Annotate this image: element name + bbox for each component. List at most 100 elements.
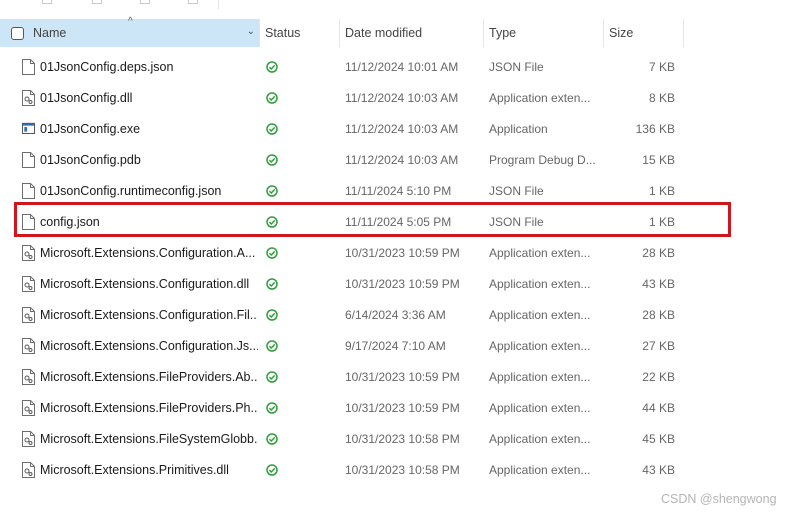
file-row[interactable]: Microsoft.Extensions.Configuration.Fil..… [0,299,803,330]
dll-file-icon [22,399,35,416]
file-type: Program Debug D... [489,152,596,167]
rename-icon[interactable] [140,0,150,4]
dll-file-icon [22,368,35,385]
check-circle-icon [266,153,278,166]
file-size: 43 KB [642,462,675,477]
date-modified: 10/31/2023 10:59 PM [345,369,460,384]
file-name-cell[interactable]: Microsoft.Extensions.FileProviders.Ab... [22,361,258,392]
file-row[interactable]: Microsoft.Extensions.FileProviders.Ph...… [0,392,803,423]
file-row[interactable]: Microsoft.Extensions.FileSystemGlobb... 1… [0,423,803,454]
file-size: 7 KB [648,59,675,74]
file-size: 8 KB [648,90,675,105]
check-circle-icon [266,308,278,321]
file-size: 27 KB [642,338,675,353]
file-row[interactable]: 01JsonConfig.deps.json 11/12/2024 10:01 A… [0,51,803,82]
date-modified: 9/17/2024 7:10 AM [345,338,446,353]
column-header-status[interactable]: Status [259,19,339,47]
file-name-cell[interactable]: Microsoft.Extensions.Configuration.dll [22,268,258,299]
file-name: Microsoft.Extensions.Configuration.Js... [40,338,258,353]
file-name-cell[interactable]: Microsoft.Extensions.Configuration.A... [22,237,258,268]
check-circle-icon [266,184,278,197]
file-size: 43 KB [642,276,675,291]
file-name: Microsoft.Extensions.Primitives.dll [40,462,229,477]
json-file-icon [22,58,35,75]
file-name-cell[interactable]: 01JsonConfig.deps.json [22,51,258,82]
file-type: Application exten... [489,90,591,105]
check-circle-icon [266,370,278,383]
file-row[interactable]: 01JsonConfig.dll 11/12/2024 10:03 AM Appli… [0,82,803,113]
column-header-size[interactable]: Size [603,19,683,47]
file-size: 136 KB [635,121,675,136]
share-icon[interactable] [188,0,198,4]
json-file-icon [22,182,35,199]
pdb-file-icon [22,151,35,168]
file-name-cell[interactable]: Microsoft.Extensions.Configuration.Js... [22,330,258,361]
check-circle-icon [266,91,278,104]
dll-file-icon [22,306,35,323]
date-modified: 6/14/2024 3:36 AM [345,307,446,322]
file-name: Microsoft.Extensions.Configuration.Fil..… [40,307,258,322]
chevron-down-icon[interactable]: ⌄ [247,26,255,37]
status-cell [262,454,282,485]
toolbar-remnant [0,0,803,9]
file-size: 15 KB [642,152,675,167]
file-row[interactable]: 01JsonConfig.pdb 11/12/2024 10:03 AM Progr… [0,144,803,175]
check-circle-icon [266,339,278,352]
check-circle-icon [266,60,278,73]
date-modified: 11/12/2024 10:03 AM [345,121,459,136]
file-row[interactable]: Microsoft.Extensions.Configuration.Js...… [0,330,803,361]
file-row[interactable]: Microsoft.Extensions.FileProviders.Ab...… [0,361,803,392]
select-all-checkbox[interactable] [11,26,24,40]
date-modified: 11/12/2024 10:03 AM [345,152,459,167]
file-size: 45 KB [642,431,675,446]
check-circle-icon [266,463,278,476]
date-modified: 11/12/2024 10:03 AM [345,90,459,105]
file-name: Microsoft.Extensions.Configuration.dll [40,276,250,291]
copy-icon[interactable] [42,0,52,4]
file-size: 28 KB [642,307,675,322]
file-name-cell[interactable]: Microsoft.Extensions.Configuration.Fil..… [22,299,258,330]
file-row[interactable]: Microsoft.Extensions.Primitives.dll 10/31… [0,454,803,485]
file-name: 01JsonConfig.exe [40,121,141,136]
date-modified: 10/31/2023 10:59 PM [345,276,460,291]
column-divider[interactable] [683,19,684,47]
column-header-row: Name ^ ⌄ Status Date modified Type Size [0,16,803,47]
column-header-name[interactable]: Name ^ ⌄ [0,16,259,47]
highlight-annotation-box [14,202,731,237]
file-name-cell[interactable]: Microsoft.Extensions.FileSystemGlobb... [22,423,258,454]
column-header-type-label: Type [489,26,517,40]
date-modified: 10/31/2023 10:59 PM [345,400,460,415]
file-name-cell[interactable]: Microsoft.Extensions.Primitives.dll [22,454,258,485]
file-size: 22 KB [642,369,675,384]
file-name-cell[interactable]: Microsoft.Extensions.FileProviders.Ph... [22,392,258,423]
status-cell [262,237,282,268]
column-header-date[interactable]: Date modified [339,19,483,47]
file-row[interactable]: Microsoft.Extensions.Configuration.dll 10… [0,268,803,299]
check-circle-icon [266,246,278,259]
column-header-date-label: Date modified [345,26,423,40]
file-type: Application exten... [489,245,591,260]
file-row[interactable]: Microsoft.Extensions.Configuration.A... 1… [0,237,803,268]
status-cell [262,392,282,423]
column-header-type[interactable]: Type [483,19,603,47]
column-header-status-label: Status [265,26,301,40]
status-cell [262,423,282,454]
check-circle-icon [266,277,278,290]
column-header-name-label: Name [33,26,67,40]
file-name: Microsoft.Extensions.FileSystemGlobb... [40,431,258,446]
toolbar-separator [218,0,219,9]
file-type: Application exten... [489,400,591,415]
file-name-cell[interactable]: 01JsonConfig.exe [22,113,258,144]
file-row[interactable]: 01JsonConfig.exe 11/12/2024 10:03 AM Appli… [0,113,803,144]
file-name-cell[interactable]: 01JsonConfig.pdb [22,144,258,175]
file-name: 01JsonConfig.pdb [40,152,141,167]
watermark: CSDN @shengwong [661,492,777,506]
file-name-cell[interactable]: 01JsonConfig.dll [22,82,258,113]
dll-file-icon [22,89,35,106]
file-type: JSON File [489,59,544,74]
exe-file-icon [22,121,35,137]
paste-icon[interactable] [92,0,102,4]
file-type: Application exten... [489,307,591,322]
date-modified: 10/31/2023 10:58 PM [345,431,460,446]
status-cell [262,113,282,144]
